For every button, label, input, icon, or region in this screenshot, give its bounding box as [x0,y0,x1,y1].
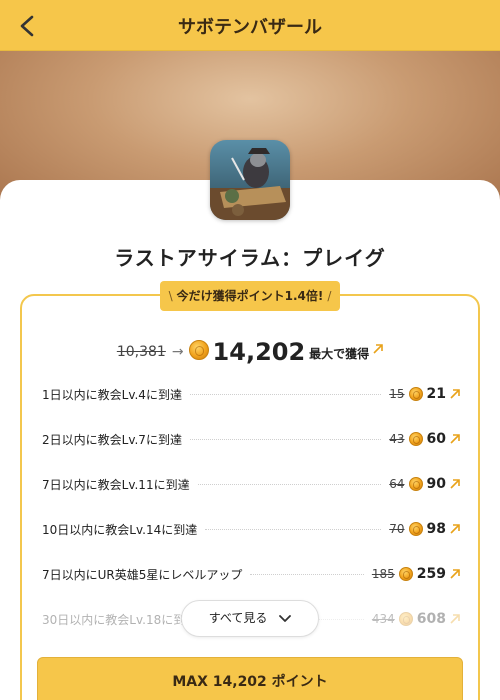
task-new-points: 98 [426,521,446,537]
task-row[interactable]: 2日以内に教会Lv.7に到達 43 60 [42,429,460,449]
page-title: サボテンバザール [178,17,322,38]
task-old-points: 434 [371,612,395,626]
task-row[interactable]: 10日以内に教会Lv.14に到達 70 98 [42,519,460,539]
task-label: 2日以内に教会Lv.7に到達 [42,432,182,447]
task-old-points: 43 [389,432,405,446]
task-old-points: 70 [389,522,405,536]
coin-icon [408,522,423,536]
task-row[interactable]: 7日以内にUR英雄5星にレベルアップ 185 259 [42,564,460,584]
task-row[interactable]: 1日以内に教会Lv.4に到達 15 21 [42,384,460,404]
task-label: 10日以内に教会Lv.14に到達 [42,522,198,537]
task-label: 1日以内に教会Lv.4に到達 [42,387,182,402]
coin-icon [408,387,423,401]
task-label: 7日以内に教会Lv.11に到達 [42,477,190,492]
coin-icon [398,612,413,626]
max-label: 最大で獲得 [309,347,370,361]
total-points-row: 10,381 → 14,202 最大で獲得 [0,334,500,366]
task-row[interactable]: 7日以内に教会Lv.11に到達 64 90 [42,474,460,494]
task-old-points: 64 [389,477,405,491]
dotted-leader [250,573,364,575]
task-new-points: 90 [426,476,446,492]
promo-badge: \ 今だけ獲得ポイント1.4倍! / [160,281,340,311]
external-arrow-icon [450,479,460,489]
coin-icon [408,432,423,446]
dotted-leader [189,393,382,395]
task-label: 30日以内に教会Lv.18に到達 [42,612,198,627]
old-total-points: 10,381 [116,344,166,360]
header-bar: サボテンバザール [0,0,500,51]
task-new-points: 608 [416,611,446,627]
task-label: 7日以内にUR英雄5星にレベルアップ [42,567,243,582]
external-arrow-icon [450,524,460,534]
external-arrow-icon [373,344,383,354]
external-arrow-icon [450,434,460,444]
dotted-leader [189,438,382,440]
promo-slash-right: / [327,289,332,303]
app-icon [210,140,290,220]
task-old-points: 185 [371,567,395,581]
external-arrow-icon [450,569,460,579]
new-total-points: 14,202 [212,338,306,366]
coin-icon [188,340,209,360]
chevron-down-icon [279,614,292,622]
dotted-leader [197,483,382,485]
see-all-button[interactable]: すべて見る [181,600,319,637]
task-new-points: 259 [416,566,446,582]
promo-label: 今だけ獲得ポイント1.4倍! [176,289,324,303]
task-new-points: 21 [426,386,446,402]
dotted-leader [205,528,382,530]
promo-slash-left: \ [168,289,173,303]
external-arrow-icon [450,614,460,624]
arrow-right-icon: → [171,344,184,360]
external-arrow-icon [450,389,460,399]
coin-icon [408,477,423,491]
task-old-points: 15 [389,387,405,401]
max-points-button[interactable]: MAX 14,202 ポイント [37,657,463,700]
see-all-label: すべて見る [208,611,268,625]
task-new-points: 60 [426,431,446,447]
app-name: ラストアサイラム：プレイグ [114,246,386,270]
coin-icon [398,567,413,581]
